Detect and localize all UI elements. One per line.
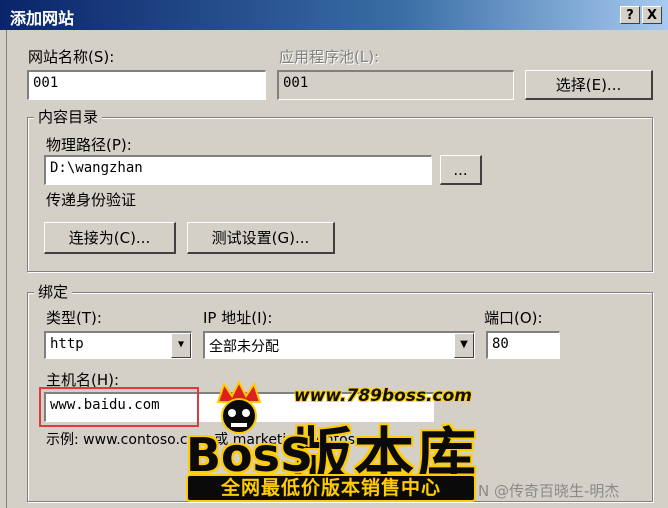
binding-title: 绑定 [34, 281, 73, 302]
window-edge [0, 30, 7, 508]
physical-path-label: 物理路径(P): [46, 136, 132, 154]
ip-address-select[interactable]: 全部未分配 ▼ [203, 331, 475, 359]
type-value: http [50, 336, 84, 352]
window-title: 添加网站 [10, 9, 75, 28]
content-directory-title: 内容目录 [34, 106, 103, 127]
title-bar: 添加网站 ? X [0, 0, 668, 30]
connect-as-button[interactable]: 连接为(C)... [44, 222, 176, 254]
site-name-label: 网站名称(S): [28, 48, 115, 66]
watermark-slogan: 全网最低价版本销售中心 [186, 474, 476, 502]
type-select[interactable]: http ▼ [44, 331, 192, 359]
passthrough-auth-label: 传递身份验证 [46, 191, 137, 209]
port-label: 端口(O): [484, 309, 543, 327]
port-input[interactable]: 80 [486, 331, 560, 359]
chevron-down-icon[interactable]: ▼ [454, 333, 474, 358]
watermark-credit: N @传奇百晓生-明杰 [478, 482, 620, 500]
browse-button[interactable]: ... [440, 155, 482, 185]
type-label: 类型(T): [46, 309, 102, 327]
ip-address-label: IP 地址(I): [203, 309, 273, 327]
chevron-down-icon[interactable]: ▼ [171, 333, 191, 358]
ip-address-value: 全部未分配 [209, 339, 279, 355]
app-pool-label: 应用程序池(L): [279, 48, 380, 66]
select-app-pool-button[interactable]: 选择(E)... [525, 70, 653, 100]
watermark-url: www.789boss.com [294, 386, 472, 406]
app-pool-field: 001 [277, 70, 514, 100]
help-icon[interactable]: ? [620, 6, 640, 24]
close-icon[interactable]: X [642, 6, 662, 24]
test-settings-button[interactable]: 测试设置(G)... [187, 222, 335, 254]
site-name-input[interactable]: 001 [27, 70, 266, 100]
highlight-box [39, 387, 199, 427]
physical-path-input[interactable]: D:\wangzhan [44, 155, 432, 185]
